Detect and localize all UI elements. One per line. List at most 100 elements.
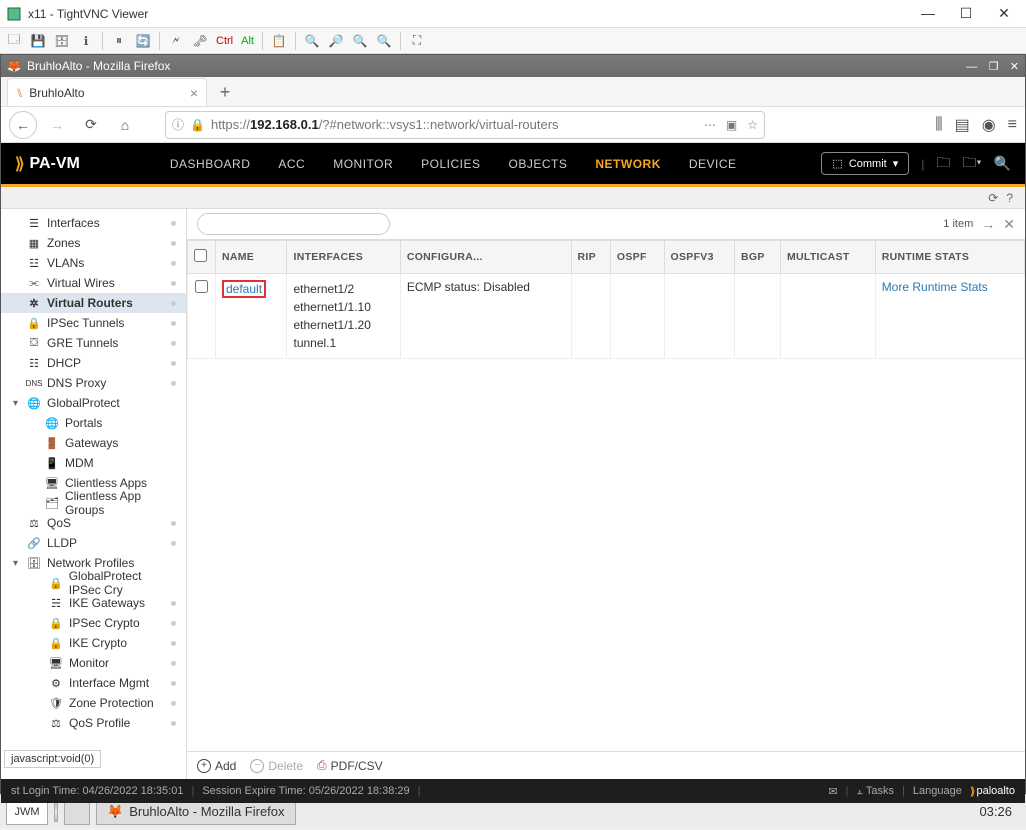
nav-policies[interactable]: POLICIES	[421, 157, 480, 171]
select-all-checkbox[interactable]	[194, 249, 207, 262]
sidebar-lldp[interactable]: 🔗LLDP	[1, 533, 186, 553]
sidebar-dns-proxy[interactable]: DNSDNS Proxy	[1, 373, 186, 393]
sync-icon[interactable]: ⟳	[988, 191, 998, 205]
commit-button[interactable]: ⬚ Commit ▾	[821, 152, 909, 175]
col-interfaces[interactable]: INTERFACES	[287, 241, 400, 274]
firefox-minimize-button[interactable]: —	[966, 61, 977, 73]
row-checkbox[interactable]	[195, 280, 208, 293]
pdf-csv-button[interactable]: ⎙PDF/CSV	[317, 758, 383, 773]
col-bgp[interactable]: BGP	[735, 241, 781, 274]
table-search-input[interactable]	[197, 213, 390, 235]
delete-button[interactable]: −Delete	[250, 759, 303, 773]
options-icon[interactable]: 🗄	[52, 31, 72, 51]
send-key-icon[interactable]: 🗝	[190, 31, 210, 51]
go-icon[interactable]: →	[981, 216, 995, 232]
sidebar-np-zone-protection[interactable]: 🛡Zone Protection	[1, 693, 186, 713]
tab-close-button[interactable]: ×	[190, 85, 198, 101]
sidebar-np-ike-crypto[interactable]: 🔒IKE Crypto	[1, 633, 186, 653]
caret-down-icon[interactable]: ▾	[13, 558, 18, 569]
vnc-minimize-button[interactable]: —	[918, 5, 938, 22]
export-icon[interactable]: 🗀▾	[962, 152, 981, 176]
sidebar-gp-portals[interactable]: 🌐Portals	[1, 413, 186, 433]
clear-icon[interactable]: ✕	[1003, 216, 1015, 233]
col-multicast[interactable]: MULTICAST	[780, 241, 875, 274]
runtime-stats-link[interactable]: More Runtime Stats	[882, 280, 988, 294]
zoom-100-icon[interactable]: 🔍	[350, 31, 370, 51]
sidebar-np-ike-gateways[interactable]: ☵IKE Gateways	[1, 593, 186, 613]
sidebar-virtual-routers[interactable]: ✲Virtual Routers	[1, 293, 186, 313]
save-icon[interactable]: 💾	[28, 31, 48, 51]
forward-button[interactable]: →	[43, 111, 71, 139]
zoom-out-icon[interactable]: 🔎	[326, 31, 346, 51]
sidebar-virtual-wires[interactable]: ⫘Virtual Wires	[1, 273, 186, 293]
sidebar-np-qos-profile[interactable]: ⚖QoS Profile	[1, 713, 186, 733]
reader-mode-icon[interactable]: ▣	[726, 118, 737, 132]
vnc-close-button[interactable]: ✕	[994, 5, 1014, 22]
sidebar-icon[interactable]: ▤	[955, 115, 970, 135]
sidebar-np-monitor[interactable]: 🖥Monitor	[1, 653, 186, 673]
sidebar-zones[interactable]: ▦Zones	[1, 233, 186, 253]
url-bar[interactable]: ⓘ 🔒 https://192.168.0.1/?#network::vsys1…	[165, 111, 765, 139]
col-name[interactable]: NAME	[216, 241, 287, 274]
sidebar-gp-mdm[interactable]: 📱MDM	[1, 453, 186, 473]
col-runtime[interactable]: RUNTIME STATS	[875, 241, 1024, 274]
sidebar-np-gp-ipsec[interactable]: 🔒GlobalProtect IPSec Cry	[1, 573, 186, 593]
ctrl-key-toggle[interactable]: Ctrl	[214, 35, 235, 47]
zoom-auto-icon[interactable]: 🔍	[374, 31, 394, 51]
col-ospf[interactable]: OSPF	[610, 241, 664, 274]
nav-monitor[interactable]: MONITOR	[333, 157, 393, 171]
sidebar-gp-clientless-groups[interactable]: 🗂Clientless App Groups	[1, 493, 186, 513]
new-tab-button[interactable]: +	[211, 78, 239, 106]
footer-tasks-link[interactable]: ⫠ Tasks	[856, 785, 894, 798]
new-connection-icon[interactable]: 🗔	[4, 31, 24, 51]
footer-language-link[interactable]: Language	[913, 785, 962, 797]
sidebar-ipsec-tunnels[interactable]: 🔒IPSec Tunnels	[1, 313, 186, 333]
info-icon[interactable]: ℹ	[76, 31, 96, 51]
alt-key-toggle[interactable]: Alt	[239, 35, 256, 47]
nav-device[interactable]: DEVICE	[689, 157, 737, 171]
sidebar-qos[interactable]: ⚖QoS	[1, 513, 186, 533]
col-rip[interactable]: RIP	[571, 241, 610, 274]
menu-icon[interactable]: ≡	[1008, 116, 1017, 134]
browser-tab[interactable]: ⑊ BruhloAlto ×	[7, 78, 207, 106]
library-icon[interactable]: ⫼	[935, 116, 942, 134]
vnc-maximize-button[interactable]: ☐	[956, 5, 976, 22]
sidebar-dhcp[interactable]: ☷DHCP	[1, 353, 186, 373]
vr-name-link[interactable]: default	[222, 280, 266, 298]
cad-icon[interactable]: 🗲	[166, 31, 186, 51]
sidebar-np-interface-mgmt[interactable]: ⚙Interface Mgmt	[1, 673, 186, 693]
sidebar-np-ipsec-crypto[interactable]: 🔒IPSec Crypto	[1, 613, 186, 633]
copy-icon[interactable]: 📋	[269, 31, 289, 51]
sidebar-interfaces[interactable]: ☰Interfaces	[1, 213, 186, 233]
table-row[interactable]: default ethernet1/2 ethernet1/1.10 ether…	[188, 274, 1025, 359]
sidebar-gp-gateways[interactable]: 🚪Gateways	[1, 433, 186, 453]
footer-messages-icon[interactable]: ✉	[828, 785, 837, 798]
page-actions-icon[interactable]: ⋯	[704, 118, 716, 132]
bookmark-star-icon[interactable]: ☆	[747, 118, 758, 132]
nav-acc[interactable]: ACC	[278, 157, 305, 171]
add-button[interactable]: +Add	[197, 759, 236, 773]
nav-network[interactable]: NETWORK	[595, 157, 661, 171]
sidebar-gre-tunnels[interactable]: ⛋GRE Tunnels	[1, 333, 186, 353]
nav-objects[interactable]: OBJECTS	[509, 157, 568, 171]
config-icon[interactable]: 🗀	[936, 152, 950, 176]
caret-down-icon[interactable]: ▾	[13, 398, 18, 409]
firefox-close-button[interactable]: ✕	[1010, 61, 1019, 73]
account-icon[interactable]: ◉	[982, 115, 996, 135]
back-button[interactable]: ←	[9, 111, 37, 139]
home-button[interactable]: ⌂	[111, 111, 139, 139]
help-icon[interactable]: ?	[1006, 191, 1013, 205]
col-ospfv3[interactable]: OSPFV3	[664, 241, 734, 274]
search-icon[interactable]: 🔍	[994, 155, 1011, 172]
pause-icon[interactable]: ⏸	[109, 31, 129, 51]
sidebar-vlans[interactable]: ☳VLANs	[1, 253, 186, 273]
col-config[interactable]: CONFIGURA...	[400, 241, 571, 274]
nav-dashboard[interactable]: DASHBOARD	[170, 157, 251, 171]
fullscreen-icon[interactable]: ⛶	[407, 31, 427, 51]
reload-button[interactable]: ⟳	[77, 111, 105, 139]
firefox-maximize-button[interactable]: ❐	[989, 61, 999, 73]
sidebar-globalprotect[interactable]: ▾🌐GlobalProtect	[1, 393, 186, 413]
site-info-icon[interactable]: ⓘ	[172, 116, 184, 133]
zoom-in-icon[interactable]: 🔍	[302, 31, 322, 51]
refresh-icon[interactable]: 🔄	[133, 31, 153, 51]
